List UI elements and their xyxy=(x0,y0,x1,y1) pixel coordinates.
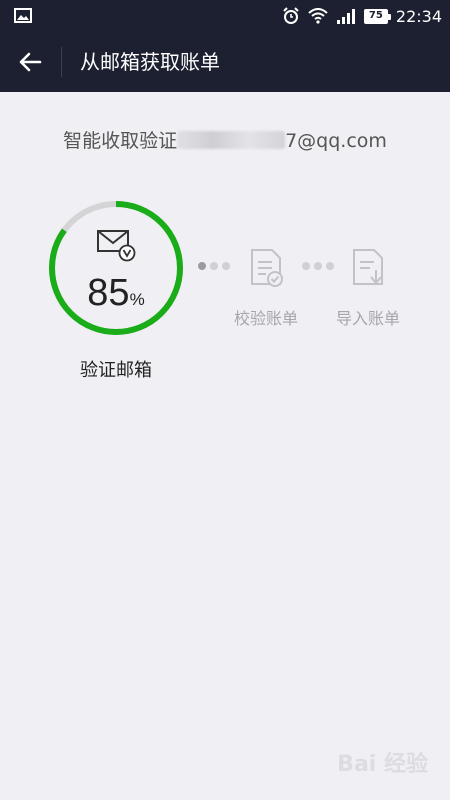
app-bar: 从邮箱获取账单 xyxy=(0,32,450,92)
app-bar-divider xyxy=(61,47,62,77)
progress-unit: % xyxy=(129,290,145,309)
email-redacted-part xyxy=(177,131,286,149)
back-arrow-icon[interactable] xyxy=(16,48,44,76)
step-connector-1 xyxy=(198,262,230,270)
progress-readout: 85% xyxy=(46,272,186,315)
step-connector-2 xyxy=(302,262,334,270)
email-suffix: 7@qq.com xyxy=(285,130,387,152)
email-status-text: 智能收取验证 7@qq.com xyxy=(0,126,450,153)
signal-icon xyxy=(336,9,355,24)
connector-dot xyxy=(326,262,334,270)
email-prefix: 智能收取验证 xyxy=(63,130,178,152)
battery-level: 75 xyxy=(368,10,383,21)
watermark: Bai 经验 xyxy=(337,752,428,777)
connector-dot xyxy=(210,262,218,270)
step-label-check-bill: 校验账单 xyxy=(233,309,298,328)
connector-dot xyxy=(222,262,230,270)
step-label-import-bill: 导入账单 xyxy=(335,309,400,328)
connector-dot xyxy=(314,262,322,270)
progress-ring: 85% xyxy=(46,198,186,338)
battery-icon: 75 xyxy=(363,8,391,24)
alarm-icon xyxy=(283,7,299,24)
connector-dot xyxy=(302,262,310,270)
status-time: 22:34 xyxy=(395,6,442,26)
document-check-icon xyxy=(251,249,283,287)
status-bar: 75 22:34 xyxy=(0,0,450,32)
gallery-icon xyxy=(14,8,32,23)
mail-verify-icon xyxy=(97,230,136,262)
wifi-icon xyxy=(308,8,328,24)
step-label-verify-email: 验证邮箱 xyxy=(80,360,152,381)
progress-value: 85 xyxy=(87,272,130,314)
page-title: 从邮箱获取账单 xyxy=(80,50,220,74)
document-import-icon xyxy=(353,249,383,285)
connector-dot xyxy=(198,262,206,270)
